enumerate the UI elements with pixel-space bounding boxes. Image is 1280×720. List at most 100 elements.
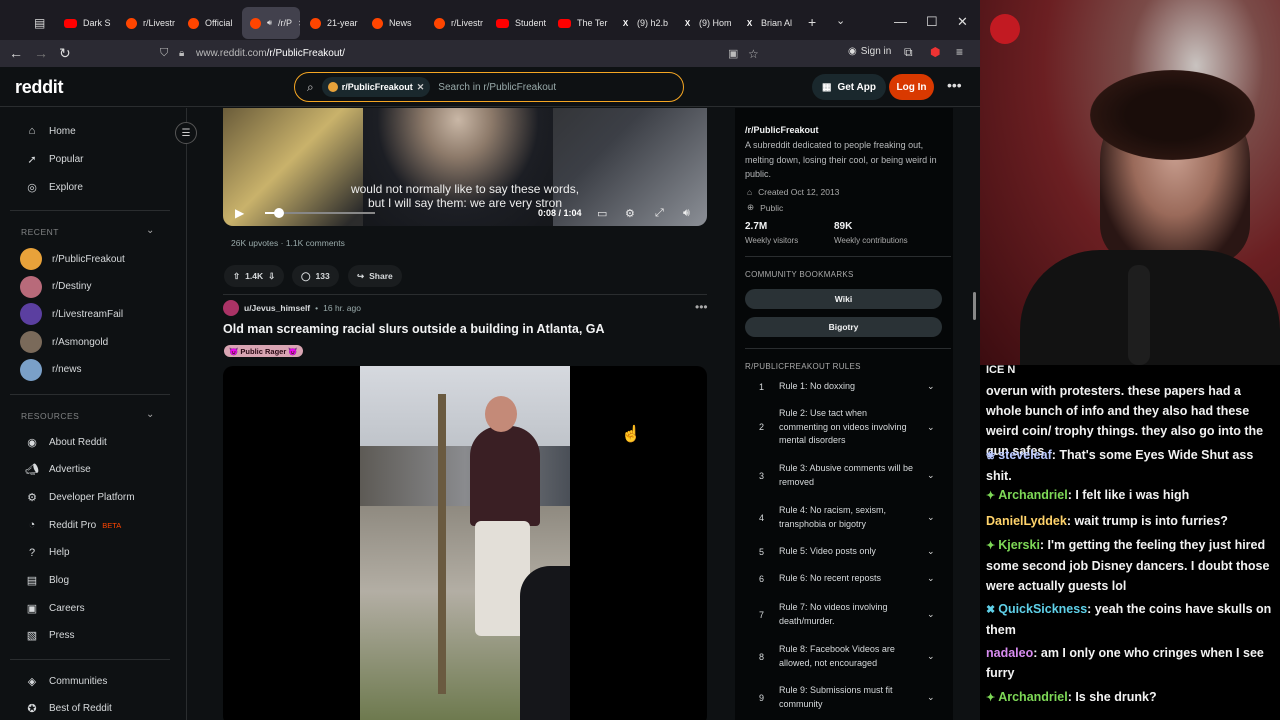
chevron-down-icon[interactable]: ⌄: [927, 512, 935, 523]
share-button[interactable]: ↪ Share: [348, 265, 402, 287]
sidebar-item-careers[interactable]: ▣ Careers: [25, 601, 85, 615]
sign-in-button[interactable]: ◉ Sign in: [848, 46, 891, 57]
downvote-icon[interactable]: ⇩: [268, 271, 275, 282]
tab-11[interactable]: X (9) Hom: [674, 7, 734, 39]
speaker-icon[interactable]: 🔊︎: [267, 18, 272, 28]
chat-username[interactable]: steveleaf: [998, 448, 1052, 462]
sidebar-item-r-destiny[interactable]: r/Destiny: [20, 275, 91, 298]
tab-8[interactable]: Student: [488, 7, 548, 39]
fullscreen-icon[interactable]: ⤢: [655, 207, 664, 220]
sidebar-item-r-livestreamfail[interactable]: r/LivestreamFail: [20, 303, 123, 326]
post-flair[interactable]: 👿 Public Rager 👿: [224, 345, 303, 357]
chat-username[interactable]: Kjerski: [998, 538, 1040, 552]
extensions-icon[interactable]: ⧉: [904, 45, 913, 60]
get-app-button[interactable]: ▦ Get App: [812, 74, 886, 100]
sidebar-item-explore[interactable]: ◎ Explore: [25, 180, 83, 194]
sidebar-item-best-of-reddit[interactable]: ✪ Best of Reddit: [25, 702, 111, 716]
tab-list-chevron-icon[interactable]: ⌄: [836, 14, 845, 27]
close-window-icon[interactable]: ✕: [957, 14, 968, 30]
chevron-down-icon[interactable]: ⌄: [927, 573, 935, 584]
rule-item-9[interactable]: 9 Rule 9: Submissions must fit community ⌄: [745, 684, 945, 711]
tab-12[interactable]: X Brian Al: [736, 7, 796, 39]
rule-item-3[interactable]: 3 Rule 3: Abusive comments will be remove…: [745, 462, 945, 489]
scrollbar[interactable]: [973, 292, 976, 320]
tab-10[interactable]: X (9) h2.b: [612, 7, 672, 39]
sidebar-item-developer-platform[interactable]: ⚙ Developer Platform: [25, 490, 135, 504]
bookmark-wiki-button[interactable]: Wiki: [745, 289, 942, 309]
back-icon[interactable]: ←: [9, 45, 23, 61]
tab-overview-icon[interactable]: ▤: [34, 16, 45, 30]
rule-item-7[interactable]: 7 Rule 7: No videos involving death/murde…: [745, 601, 945, 628]
addon-icon[interactable]: ⬢: [930, 45, 940, 59]
sidebar-item-communities[interactable]: ◈ Communities: [25, 674, 108, 688]
url-bar[interactable]: ⛉ 🔒︎ www.reddit.com/r/PublicFreakout/ ▣ …: [150, 43, 770, 64]
reddit-logo[interactable]: reddit: [15, 77, 64, 98]
close-tab-icon[interactable]: ✕: [298, 19, 300, 28]
video-progress-handle[interactable]: [273, 208, 284, 218]
video-player-2[interactable]: [223, 366, 707, 720]
sidebar-item-press[interactable]: ▧ Press: [25, 629, 75, 643]
tab-4[interactable]: 🔊︎ /r/P ✕: [242, 7, 300, 39]
play-icon[interactable]: ▶: [235, 206, 244, 220]
tab-9[interactable]: The Ter: [550, 7, 610, 39]
volume-icon[interactable]: 🔊︎: [683, 207, 690, 220]
comments-button[interactable]: ◯ 133: [292, 265, 339, 287]
tab-2[interactable]: r/Livestr: [118, 7, 178, 39]
reload-icon[interactable]: ↻: [59, 45, 71, 62]
sidebar-item-blog[interactable]: ▤ Blog: [25, 574, 69, 588]
chevron-down-icon[interactable]: ⌄: [927, 546, 935, 557]
captions-icon[interactable]: ▭: [597, 207, 607, 220]
tab-1[interactable]: Dark S: [56, 7, 116, 39]
bookmark-star-icon[interactable]: ☆: [748, 47, 759, 61]
sidebar-item-r-publicfreakout[interactable]: r/PublicFreakout: [20, 248, 125, 270]
chevron-down-icon[interactable]: ⌄: [927, 692, 935, 703]
resources-collapse-chevron-icon[interactable]: ⌄: [146, 409, 154, 420]
recent-collapse-chevron-icon[interactable]: ⌄: [146, 225, 154, 236]
rule-item-2[interactable]: 2 Rule 2: Use tact when commenting on vid…: [745, 407, 945, 448]
chat-username[interactable]: DanielLyddek: [986, 514, 1067, 528]
chevron-down-icon[interactable]: ⌄: [927, 470, 935, 481]
post-title[interactable]: Old man screaming racial slurs outside a…: [223, 322, 605, 336]
more-options-icon[interactable]: •••: [947, 77, 962, 93]
video-progress-track[interactable]: [265, 208, 375, 218]
chat-username[interactable]: QuickSickness: [998, 602, 1087, 616]
upvote-icon[interactable]: ⇧: [233, 271, 240, 282]
rule-item-4[interactable]: 4 Rule 4: No racism, sexism, transphobia …: [745, 504, 945, 531]
search-bar[interactable]: ⌕ r/PublicFreakout ✕ Search in r/PublicF…: [294, 72, 684, 102]
search-scope-chip[interactable]: r/PublicFreakout ✕: [321, 77, 431, 97]
sidebar-item-reddit-pro[interactable]: ◔ Reddit Pro BETA: [25, 518, 122, 532]
log-in-button[interactable]: Log In: [889, 74, 934, 100]
sidebar-item-advertise[interactable]: 📣︎ Advertise: [25, 463, 91, 477]
video-player-1[interactable]: would not normally like to say these wor…: [223, 108, 707, 226]
rule-item-6[interactable]: 6 Rule 6: No recent reposts ⌄: [745, 572, 945, 586]
post-options-icon[interactable]: •••: [695, 300, 708, 314]
tab-3[interactable]: Official: [180, 7, 240, 39]
rule-item-1[interactable]: 1 Rule 1: No doxxing ⌄: [745, 380, 945, 394]
clear-chip-icon[interactable]: ✕: [417, 82, 425, 93]
menu-icon[interactable]: ≡: [956, 45, 963, 59]
chevron-down-icon[interactable]: ⌄: [927, 422, 935, 433]
minimize-icon[interactable]: —: [894, 14, 907, 29]
rule-item-8[interactable]: 8 Rule 8: Facebook Videos are allowed, no…: [745, 643, 945, 670]
chat-username[interactable]: nadaleo: [986, 646, 1033, 660]
sidebar-item-help[interactable]: ? Help: [25, 546, 70, 560]
settings-gear-icon[interactable]: ⚙: [625, 207, 635, 220]
sidebar-item-r-asmongold[interactable]: r/Asmongold: [20, 331, 108, 354]
sidebar-item-about-reddit[interactable]: ◉ About Reddit: [25, 435, 107, 449]
bookmark-bigotry-button[interactable]: Bigotry: [745, 317, 942, 337]
chat-username[interactable]: Archandriel: [998, 690, 1067, 704]
reader-view-icon[interactable]: ▣: [728, 47, 738, 60]
sidebar-item-r-news[interactable]: r/news: [20, 358, 81, 381]
tab-7[interactable]: r/Livestr: [426, 7, 486, 39]
chevron-down-icon[interactable]: ⌄: [927, 609, 935, 620]
rule-item-5[interactable]: 5 Rule 5: Video posts only ⌄: [745, 545, 945, 559]
tab-5[interactable]: 21-year: [302, 7, 362, 39]
tab-6[interactable]: News: [364, 7, 424, 39]
avatar[interactable]: [223, 300, 239, 316]
new-tab-icon[interactable]: +: [808, 14, 816, 30]
sidebar-item-home[interactable]: ⌂ Home: [25, 124, 76, 138]
maximize-icon[interactable]: ☐: [926, 14, 938, 30]
chat-username[interactable]: Archandriel: [998, 488, 1067, 502]
sidebar-item-popular[interactable]: ➚ Popular: [25, 152, 83, 166]
post-author[interactable]: u/Jevus_himself: [244, 303, 310, 313]
